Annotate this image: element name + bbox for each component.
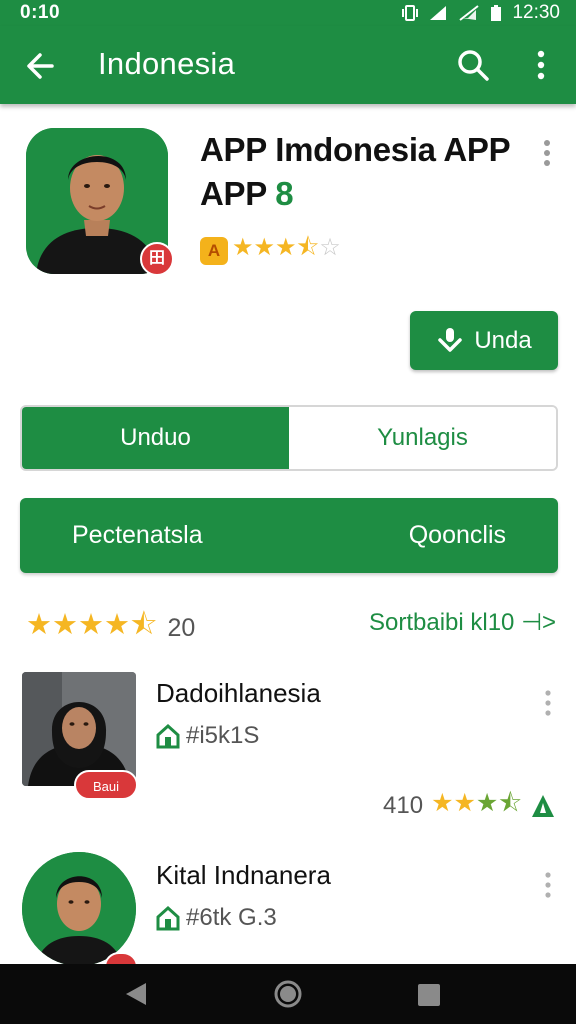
review-more-icon[interactable] [536,870,560,900]
app-bar-title: Indonesia [98,46,236,81]
nav-home-icon[interactable] [272,978,304,1010]
battery-icon [491,5,502,21]
segmented-toggle: Unduo Yunlagis [20,405,558,471]
section-bar-right-label[interactable]: Qoonclis [409,521,506,550]
reviewer-sub-text: #6tk G.3 [186,904,277,931]
section-bar[interactable]: Pectenatsla Qoonclis [20,498,558,573]
person-avatar-illustration [22,852,136,966]
app-title: APP Imdonesia APP APP 8 [200,128,520,216]
app-title-line1: APP Imdonesia APP [200,131,511,168]
wifi-off-icon [459,5,480,21]
app-rating: A ★★★⯪☆ [200,230,341,271]
app-bar: Indonesia [0,26,576,104]
search-icon[interactable] [452,44,494,86]
review-rating: 410 ★★★⯪ [383,784,556,827]
content-rating-badge: A [200,236,228,265]
app-title-line2: APP 8 [200,172,520,216]
back-arrow-icon[interactable] [20,46,60,86]
summary-stars: ★★★★⯪ [26,609,158,641]
review-more-icon[interactable] [536,688,560,718]
section-bar-left-label[interactable]: Pectenatsla [72,521,203,550]
download-icon [438,327,463,352]
install-button-label: Unda [474,326,532,354]
app-title-line2-prefix: APP [200,175,267,212]
more-vert-icon[interactable] [524,44,558,86]
status-time-right: 12:30 [512,2,560,23]
avatar [22,852,136,966]
avatar [22,672,136,786]
status-bar: 0:10 12:30 [0,0,576,26]
status-icons: 12:30 [402,2,560,24]
reviewer-sub-text: #i5k1S [186,722,260,749]
system-nav-bar [0,964,576,1024]
review-item[interactable]: Baui Dadoihlanesia #i5k1S 410 ★★★⯪ [0,670,576,820]
reviewer-sub: #6tk G.3 [156,904,277,932]
review-badge: Baui [74,770,138,800]
review-rating-number: 410 [383,791,424,819]
review-item[interactable]: Kital Indnanera #6tk G.3 [0,852,576,982]
signal-icon [430,6,447,20]
home-icon [156,905,180,931]
toggle-option-inactive[interactable]: Yunlagis [289,407,556,469]
review-badge-label: Baui [92,779,120,794]
app-title-line2-accent: 8 [275,175,294,212]
app-header-more-icon[interactable] [534,138,560,168]
review-stars: ★★★⯪ [431,789,522,817]
home-icon [156,723,180,749]
nav-back-icon[interactable] [122,980,150,1008]
install-button[interactable]: Unda [410,311,558,370]
toggle-option-active[interactable]: Unduo [22,407,289,469]
ratings-summary: ★★★★⯪ 20 [26,604,195,653]
ratings-count: 20 [167,614,196,642]
verified-icon [532,794,554,817]
vibrate-icon [402,5,419,21]
app-icon-badge: 田 [140,242,174,276]
nav-recents-icon[interactable] [416,982,442,1008]
reviewer-name: Dadoihlanesia [156,678,321,708]
reviewer-name: Kital Indnanera [156,860,331,890]
reviewer-sub: #i5k1S [156,722,259,750]
app-rating-stars: ★★★⯪☆ [232,234,341,261]
person-avatar-illustration [22,672,136,786]
status-time-left: 0:10 [20,2,61,23]
sort-link[interactable]: Sortbaibi kl10 ⊣> [369,608,556,637]
